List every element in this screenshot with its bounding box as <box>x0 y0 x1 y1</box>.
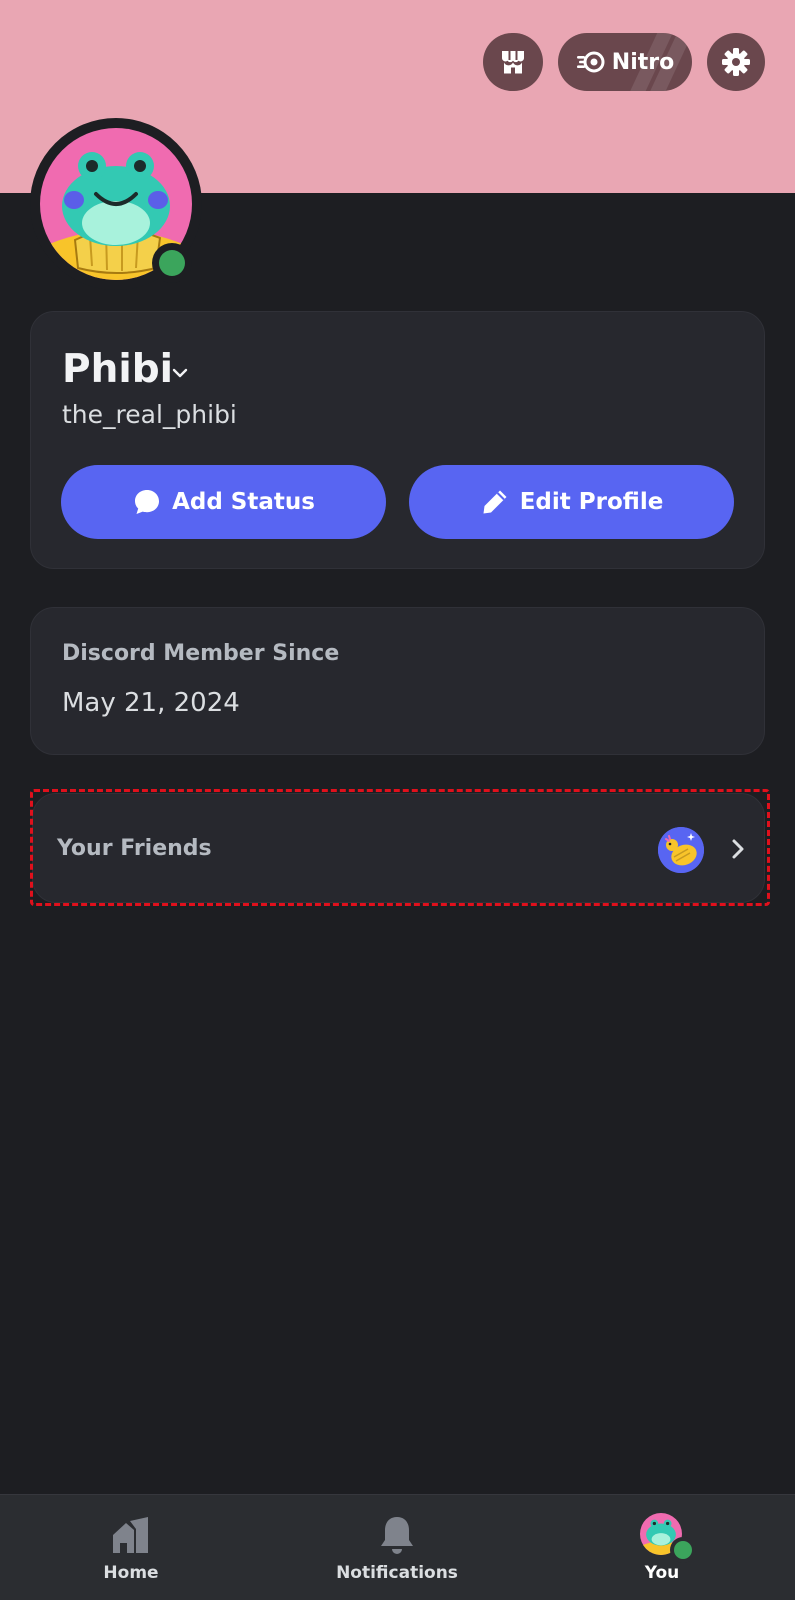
settings-button[interactable] <box>707 33 765 91</box>
display-name[interactable]: Phibi <box>62 347 173 392</box>
edit-profile-button[interactable]: Edit Profile <box>409 465 734 539</box>
nav-you[interactable]: You <box>562 1495 762 1600</box>
pencil-icon <box>483 490 507 514</box>
speech-bubble-icon <box>135 490 160 514</box>
bell-icon <box>381 1517 413 1554</box>
shop-icon <box>502 51 524 74</box>
gear-icon <box>722 48 750 76</box>
friend-avatar <box>658 827 704 873</box>
shop-button[interactable] <box>483 33 543 91</box>
add-status-button[interactable]: Add Status <box>61 465 386 539</box>
username: the_real_phibi <box>62 400 237 429</box>
home-icon <box>113 1517 148 1553</box>
nav-notifications-label: Notifications <box>336 1563 458 1583</box>
edit-profile-label: Edit Profile <box>519 489 664 515</box>
chevron-down-icon[interactable] <box>169 362 191 384</box>
nav-online-indicator <box>670 1537 696 1563</box>
member-since-label: Discord Member Since <box>62 641 340 666</box>
nitro-icon <box>576 51 605 73</box>
bottom-nav-bar: Home Notifications You <box>0 1494 795 1600</box>
member-since-date: May 21, 2024 <box>62 688 240 718</box>
your-friends-label: Your Friends <box>57 836 212 861</box>
nav-you-label: You <box>644 1563 680 1583</box>
add-status-label: Add Status <box>172 489 315 515</box>
chevron-right-icon <box>732 839 744 859</box>
nav-home[interactable]: Home <box>31 1495 231 1600</box>
profile-card: Phibi the_real_phibi Add Status Edit Pro… <box>30 311 765 569</box>
nitro-button[interactable]: Nitro <box>558 33 692 91</box>
nav-home-label: Home <box>103 1563 159 1583</box>
member-since-card: Discord Member Since May 21, 2024 <box>30 607 765 755</box>
nav-notifications[interactable]: Notifications <box>297 1495 497 1600</box>
your-friends-row[interactable]: Your Friends <box>32 793 765 903</box>
online-status-indicator <box>152 243 192 283</box>
